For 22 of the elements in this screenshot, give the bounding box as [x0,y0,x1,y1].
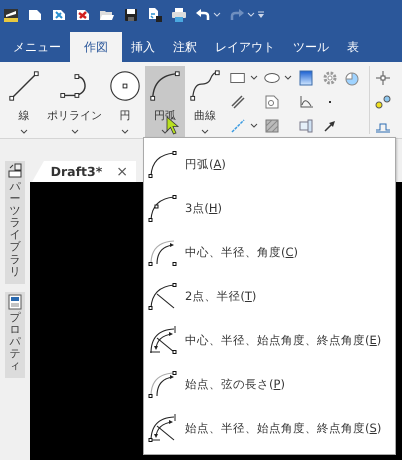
menu-item[interactable]: 始点、半径、始点角度、終点角度(S) [144,406,395,450]
menu-item[interactable]: 円弧(A) [144,142,395,186]
ribbon-tab[interactable]: レイアウト [206,32,284,62]
draw-tool-button[interactable]: 線 [4,66,44,138]
draw-tool-button[interactable]: 曲線 [185,66,225,138]
ribbon-tab[interactable]: メニュー [4,32,70,62]
menu-item[interactable]: 3点(H) [144,186,395,230]
ribbon-tab[interactable]: ツール [284,32,338,62]
menu-item[interactable]: 中心、半径、始点角度、終点角度(E) [144,318,395,362]
ribbon-tab[interactable]: 作図 [70,32,122,62]
ribbon-tab[interactable]: 注釈 [164,32,206,62]
menu-item[interactable]: 始点、弦の長さ(P) [144,362,395,406]
menu-item[interactable]: 中心、半径、角度(C) [144,230,395,274]
draw-tool-button[interactable]: ポリライン [44,66,105,138]
menu-item[interactable]: 2点、半径(T) [144,274,395,318]
ribbon-tab[interactable]: 挿入 [122,32,164,62]
draw-tool-button[interactable]: 円 [105,66,145,138]
side-panel-tab[interactable]: パーツライブラリ [5,161,25,284]
document-tab[interactable]: Draft3* × [32,161,136,182]
ribbon-tab[interactable]: 表 [338,32,368,62]
close-tab-button[interactable]: × [116,164,128,180]
side-panel-tab[interactable]: プロパティ [5,292,25,378]
